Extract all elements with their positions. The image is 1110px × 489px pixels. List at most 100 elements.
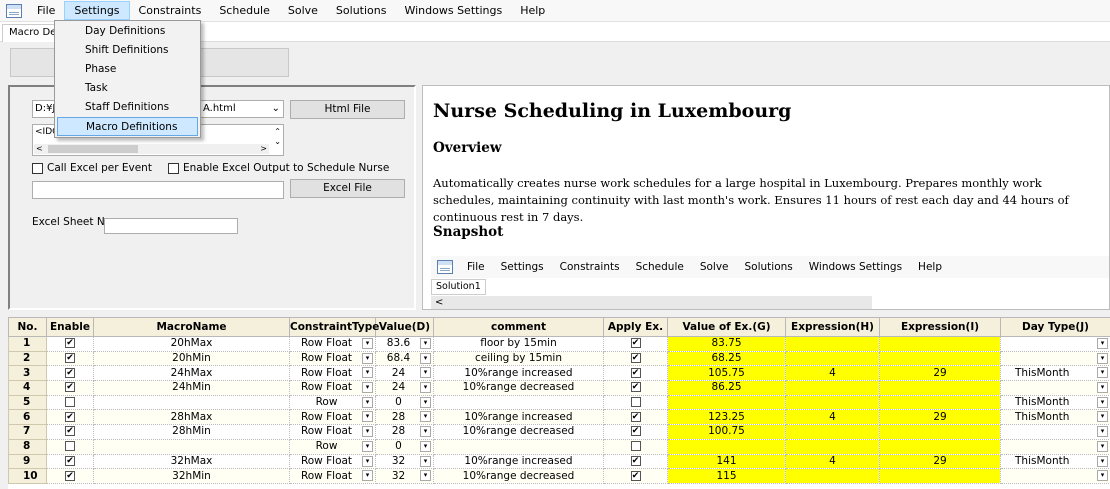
constrainttype-cell[interactable]: Row ▾ bbox=[289, 395, 376, 411]
apply-ex-cell[interactable]: ✔ bbox=[603, 336, 668, 352]
checkbox-unchecked-icon[interactable] bbox=[630, 397, 641, 408]
day-type-cell[interactable]: ThisMonth ▾ bbox=[1000, 409, 1110, 426]
call-excel-checkbox[interactable]: Call Excel per Event bbox=[32, 161, 152, 175]
enable-cell[interactable]: ✔ bbox=[46, 365, 94, 382]
dropdown-arrow-icon[interactable]: ▾ bbox=[1097, 367, 1108, 379]
constrainttype-cell[interactable]: Row Float ▾ bbox=[289, 454, 376, 470]
enable-cell[interactable]: ✔ bbox=[46, 424, 94, 440]
apply-ex-cell[interactable]: ✔ bbox=[603, 409, 668, 426]
checkbox-checked-icon[interactable]: ✔ bbox=[65, 367, 75, 378]
dropdown-arrow-icon[interactable]: ▾ bbox=[420, 396, 431, 408]
menu-task[interactable]: Task bbox=[57, 79, 198, 98]
macroname-cell[interactable]: 32hMin bbox=[93, 468, 290, 484]
apply-ex-cell[interactable]: ✔ bbox=[603, 380, 668, 396]
excel-path-input[interactable] bbox=[32, 181, 284, 199]
day-type-cell[interactable]: ▾ bbox=[1000, 351, 1110, 367]
day-type-cell[interactable]: ▾ bbox=[1000, 380, 1110, 396]
comment-cell[interactable]: 10%range increased bbox=[433, 454, 604, 470]
header-no[interactable]: No. bbox=[8, 317, 47, 337]
table-row[interactable]: 4 ✔ 24hMin Row Float ▾ 24 ▾ 10%range decreased ✔… bbox=[8, 380, 1110, 396]
dropdown-arrow-icon[interactable]: ▾ bbox=[362, 455, 373, 467]
checkbox-checked-icon[interactable]: ✔ bbox=[65, 353, 75, 364]
value-cell[interactable]: 0 ▾ bbox=[375, 439, 434, 455]
checkbox-unchecked-icon[interactable] bbox=[65, 397, 75, 408]
expression-i-cell[interactable]: 29 bbox=[879, 454, 1001, 470]
apply-ex-cell[interactable]: ✔ bbox=[603, 468, 668, 484]
expression-i-cell[interactable] bbox=[879, 336, 1001, 352]
dropdown-arrow-icon[interactable]: ▾ bbox=[1097, 338, 1108, 349]
apply-ex-cell[interactable]: ✔ bbox=[603, 351, 668, 367]
checkbox-checked-icon[interactable]: ✔ bbox=[630, 382, 641, 393]
constrainttype-cell[interactable]: Row Float ▾ bbox=[289, 351, 376, 367]
expression-h-cell[interactable]: 4 bbox=[785, 365, 880, 382]
comment-cell[interactable]: floor by 15min bbox=[433, 336, 604, 352]
enable-cell[interactable]: ✔ bbox=[46, 409, 94, 426]
enable-cell[interactable] bbox=[46, 439, 94, 455]
checkbox-checked-icon[interactable]: ✔ bbox=[65, 470, 75, 481]
expression-h-cell[interactable] bbox=[785, 380, 880, 396]
dropdown-arrow-icon[interactable]: ▾ bbox=[362, 440, 373, 452]
day-type-cell[interactable]: ThisMonth ▾ bbox=[1000, 365, 1110, 382]
apply-ex-cell[interactable]: ✔ bbox=[603, 424, 668, 440]
value-cell[interactable]: 24 ▾ bbox=[375, 365, 434, 382]
table-row[interactable]: 3 ✔ 24hMax Row Float ▾ 24 ▾ 10%range increased ✔… bbox=[8, 365, 1110, 382]
constrainttype-cell[interactable]: Row Float ▾ bbox=[289, 336, 376, 352]
checkbox-checked-icon[interactable]: ✔ bbox=[630, 455, 641, 466]
checkbox-checked-icon[interactable]: ✔ bbox=[65, 411, 75, 422]
comment-cell[interactable]: 10%range decreased bbox=[433, 468, 604, 484]
table-row[interactable]: 5 Row ▾ 0 ▾ ThisMonth ▾ bbox=[8, 394, 1110, 411]
day-type-cell[interactable]: ▾ bbox=[1000, 424, 1110, 440]
dropdown-arrow-icon[interactable]: ▾ bbox=[1097, 426, 1108, 438]
comment-cell[interactable]: 10%range increased bbox=[433, 365, 604, 382]
checkbox-checked-icon[interactable]: ✔ bbox=[630, 338, 641, 349]
expression-i-cell[interactable]: 29 bbox=[879, 365, 1001, 382]
value-cell[interactable]: 83.6 ▾ bbox=[375, 336, 434, 352]
dropdown-arrow-icon[interactable]: ▾ bbox=[362, 352, 373, 364]
header-expression-h[interactable]: Expression(H) bbox=[785, 317, 880, 337]
table-row[interactable]: 10 ✔ 32hMin Row Float ▾ 32 ▾ 10%range decreased… bbox=[8, 468, 1110, 484]
comment-cell[interactable]: 10%range decreased bbox=[433, 380, 604, 396]
macroname-cell[interactable]: 24hMax bbox=[93, 365, 290, 382]
dropdown-arrow-icon[interactable]: ▾ bbox=[362, 367, 373, 379]
checkbox-checked-icon[interactable]: ✔ bbox=[65, 382, 75, 393]
value-of-ex-cell[interactable] bbox=[667, 439, 786, 455]
dropdown-arrow-icon[interactable]: ▾ bbox=[1097, 455, 1108, 467]
checkbox-checked-icon[interactable]: ✔ bbox=[630, 426, 641, 437]
memo-vertical-scrollbar[interactable]: ⌃ ⌄ bbox=[274, 127, 281, 147]
value-cell[interactable]: 28 ▾ bbox=[375, 409, 434, 426]
menu-phase[interactable]: Phase bbox=[57, 60, 198, 79]
dropdown-arrow-icon[interactable]: ▾ bbox=[362, 426, 373, 438]
macroname-cell[interactable]: 32hMax bbox=[93, 454, 290, 470]
dropdown-arrow-icon[interactable]: ▾ bbox=[420, 411, 431, 423]
expression-h-cell[interactable] bbox=[785, 468, 880, 484]
html-file-button[interactable]: Html File bbox=[290, 100, 405, 119]
header-comment[interactable]: comment bbox=[433, 317, 604, 337]
expression-h-cell[interactable] bbox=[785, 395, 880, 411]
dropdown-arrow-icon[interactable]: ▾ bbox=[420, 352, 431, 364]
expression-h-cell[interactable] bbox=[785, 351, 880, 367]
scroll-thumb[interactable] bbox=[48, 145, 138, 153]
value-cell[interactable]: 0 ▾ bbox=[375, 395, 434, 411]
enable-cell[interactable]: ✔ bbox=[46, 380, 94, 396]
dropdown-arrow-icon[interactable]: ▾ bbox=[420, 367, 431, 379]
enable-cell[interactable] bbox=[46, 395, 94, 411]
menu-solve[interactable]: Solve bbox=[279, 1, 327, 21]
expression-i-cell[interactable] bbox=[879, 395, 1001, 411]
dropdown-arrow-icon[interactable]: ▾ bbox=[1097, 382, 1108, 394]
comment-cell[interactable]: 10%range decreased bbox=[433, 424, 604, 440]
macroname-cell[interactable]: 28hMin bbox=[93, 424, 290, 440]
apply-ex-cell[interactable] bbox=[603, 395, 668, 411]
checkbox-checked-icon[interactable]: ✔ bbox=[630, 470, 641, 481]
dropdown-arrow-icon[interactable]: ▾ bbox=[362, 411, 373, 423]
expression-i-cell[interactable] bbox=[879, 424, 1001, 440]
enable-cell[interactable]: ✔ bbox=[46, 468, 94, 484]
menu-windows-settings[interactable]: Windows Settings bbox=[395, 1, 511, 21]
enable-excel-checkbox[interactable]: Enable Excel Output to Schedule Nurse bbox=[168, 161, 389, 175]
value-of-ex-cell[interactable]: 86.25 bbox=[667, 380, 786, 396]
enable-cell[interactable]: ✔ bbox=[46, 351, 94, 367]
menu-shift-definitions[interactable]: Shift Definitions bbox=[57, 41, 198, 60]
table-row[interactable]: 2 ✔ 20hMin Row Float ▾ 68.4 ▾ ceiling by 15min ✔… bbox=[8, 350, 1110, 367]
macroname-cell[interactable]: 20hMin bbox=[93, 351, 290, 367]
value-of-ex-cell[interactable]: 123.25 bbox=[667, 409, 786, 426]
dropdown-arrow-icon[interactable]: ▾ bbox=[420, 382, 431, 394]
